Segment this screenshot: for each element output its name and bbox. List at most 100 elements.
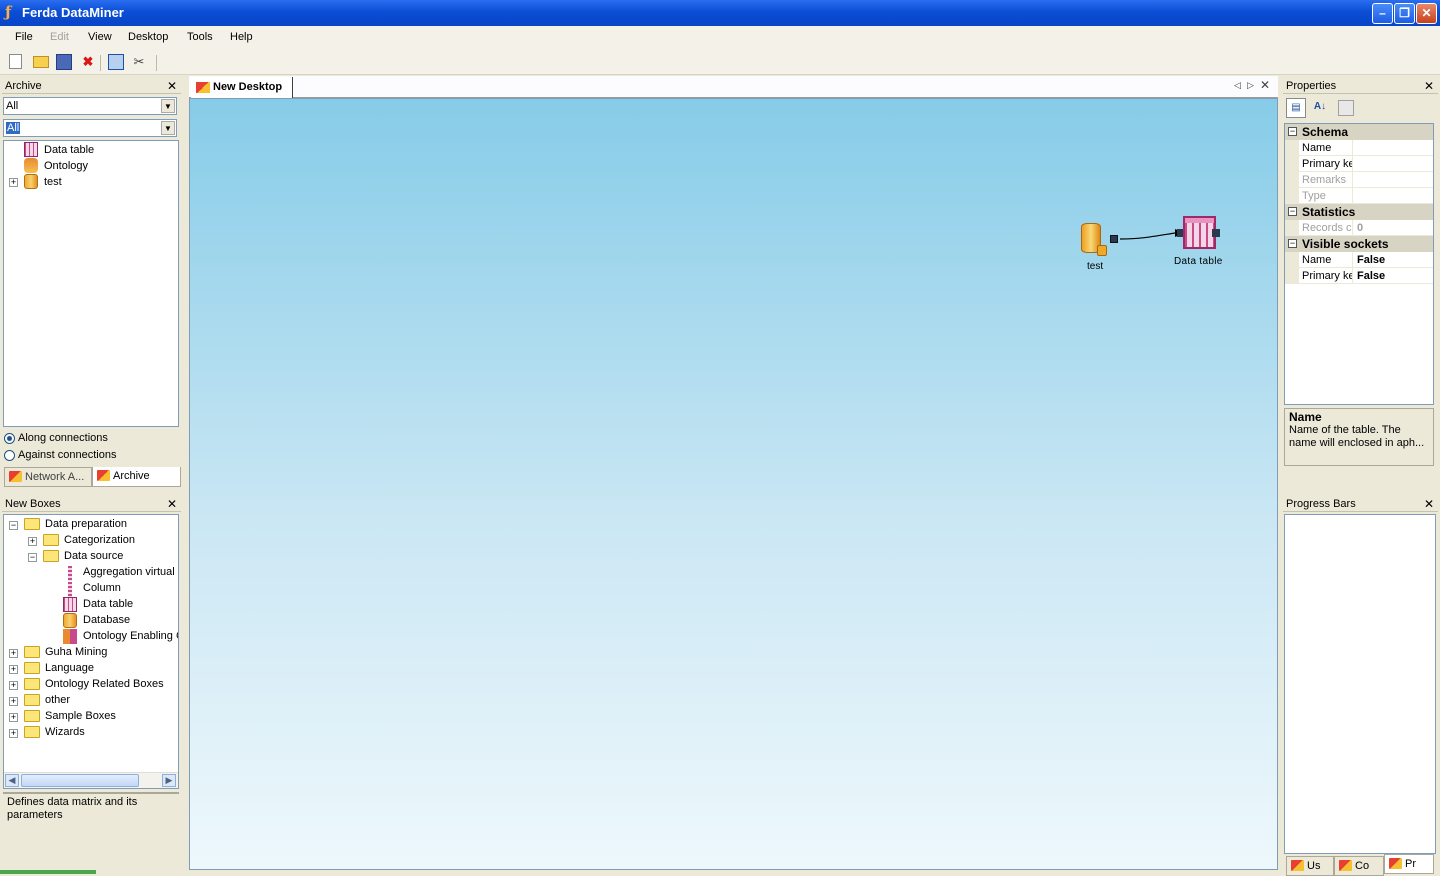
tab-pr[interactable]: Pr xyxy=(1384,854,1434,874)
tree-item[interactable]: Wizards xyxy=(45,724,85,740)
expand-icon[interactable]: + xyxy=(9,697,18,706)
close-icon[interactable]: ✕ xyxy=(1424,496,1434,512)
tree-item[interactable]: Data source xyxy=(64,548,123,564)
menu-desktop[interactable]: Desktop xyxy=(128,31,168,43)
progress-list xyxy=(1284,514,1436,854)
open-folder-icon[interactable] xyxy=(33,56,49,68)
tab-scroll-left-icon[interactable]: ◁ xyxy=(1234,80,1241,91)
menu-edit[interactable]: Edit xyxy=(50,31,69,43)
scroll-thumb[interactable] xyxy=(21,774,139,787)
folder-icon xyxy=(24,646,40,658)
tree-item[interactable]: Database xyxy=(83,612,130,628)
close-window-button[interactable]: ✕ xyxy=(1416,3,1437,24)
close-icon[interactable]: ✕ xyxy=(167,78,177,94)
expand-icon[interactable]: + xyxy=(9,649,18,658)
output-socket[interactable] xyxy=(1212,229,1220,237)
chevron-down-icon[interactable]: ▼ xyxy=(161,99,175,113)
output-socket[interactable] xyxy=(1110,235,1118,243)
minimize-button[interactable]: – xyxy=(1372,3,1393,24)
archive-title: Archive xyxy=(5,80,42,92)
menu-bar: File Edit View Desktop Tools Help xyxy=(0,26,1440,50)
desktop-canvas[interactable]: test Data table xyxy=(189,98,1278,870)
menu-tools[interactable]: Tools xyxy=(187,31,213,43)
tree-item[interactable]: Ontology Related Boxes xyxy=(45,676,164,692)
tab-co[interactable]: Co xyxy=(1334,856,1384,876)
new-boxes-tree[interactable]: − Data preparation + Categorization − Da… xyxy=(3,514,179,789)
prop-row-visible-primary[interactable]: Primary ke False xyxy=(1285,268,1433,284)
close-icon[interactable]: ✕ xyxy=(1424,78,1434,94)
archive-item[interactable]: Data table xyxy=(44,142,94,158)
data-table-icon xyxy=(24,142,38,157)
expand-icon[interactable]: + xyxy=(9,729,18,738)
prop-row-remarks[interactable]: Remarks xyxy=(1285,172,1433,188)
expand-icon[interactable]: + xyxy=(28,537,37,546)
property-pages-icon[interactable] xyxy=(1338,100,1354,116)
menu-view[interactable]: View xyxy=(88,31,112,43)
folder-icon xyxy=(24,662,40,674)
new-boxes-title: New Boxes xyxy=(5,498,61,510)
radio-against[interactable] xyxy=(4,450,15,461)
archive-item[interactable]: Ontology xyxy=(44,158,88,174)
tab-network-archive[interactable]: Network A... xyxy=(4,467,92,487)
tab-label: Network A... xyxy=(25,471,85,483)
prop-row-visible-name[interactable]: Name False xyxy=(1285,252,1433,268)
tab-scroll-right-icon[interactable]: ▷ xyxy=(1247,80,1254,91)
tab-archive[interactable]: Archive xyxy=(92,467,181,487)
category-schema: − Schema xyxy=(1285,124,1433,140)
aggregation-icon xyxy=(68,566,72,581)
node-sub-icon xyxy=(1097,245,1107,256)
expand-icon[interactable]: + xyxy=(9,665,18,674)
close-icon[interactable]: ✕ xyxy=(167,496,177,512)
menu-help[interactable]: Help xyxy=(230,31,253,43)
tools-icon[interactable]: ✂ xyxy=(131,54,147,70)
prop-row-type[interactable]: Type xyxy=(1285,188,1433,204)
expand-icon[interactable]: + xyxy=(9,681,18,690)
prop-row-name[interactable]: Name xyxy=(1285,140,1433,156)
tree-item[interactable]: Data preparation xyxy=(45,516,127,532)
tab-icon xyxy=(9,471,22,482)
tab-us[interactable]: Us xyxy=(1286,856,1334,876)
property-grid[interactable]: − Schema Name Primary ke Remarks Type − St… xyxy=(1284,123,1434,405)
tree-item[interactable]: Sample Boxes xyxy=(45,708,116,724)
expand-icon[interactable]: + xyxy=(9,178,18,187)
chevron-down-icon[interactable]: ▼ xyxy=(161,121,175,135)
tree-item[interactable]: Ontology Enabling C xyxy=(83,628,178,644)
archive-item[interactable]: test xyxy=(44,174,62,190)
archive-filter-combo[interactable]: All ▼ xyxy=(3,97,177,115)
tree-item[interactable]: Data table xyxy=(83,596,133,612)
toolbar-separator xyxy=(100,55,101,71)
radio-along[interactable] xyxy=(4,433,15,444)
close-icon[interactable]: ✕ xyxy=(1260,78,1270,92)
tree-item[interactable]: Language xyxy=(45,660,94,676)
tree-item[interactable]: Guha Mining xyxy=(45,644,107,660)
delete-icon[interactable]: ✖ xyxy=(80,54,96,70)
tree-item[interactable]: Column xyxy=(83,580,121,596)
save-icon[interactable] xyxy=(56,54,72,70)
collapse-icon[interactable]: − xyxy=(28,553,37,562)
archive-tree[interactable]: Data table Ontology + test xyxy=(3,140,179,427)
ontology-enabling-icon xyxy=(63,629,77,644)
scroll-right-icon[interactable]: ▶ xyxy=(162,774,176,787)
desktop-icon[interactable] xyxy=(108,54,124,70)
archive-type-combo[interactable]: All ▼ xyxy=(3,119,177,137)
title-bar: ƒ Ferda DataMiner – ❐ ✕ xyxy=(0,0,1440,26)
tree-item[interactable]: Aggregation virtual c xyxy=(83,564,178,580)
menu-file[interactable]: File xyxy=(15,31,33,43)
prop-row-records[interactable]: Records c0 xyxy=(1285,220,1433,236)
tree-item[interactable]: Categorization xyxy=(64,532,135,548)
expand-icon[interactable]: + xyxy=(9,713,18,722)
alphabetical-icon[interactable]: A↓ xyxy=(1310,98,1330,118)
restore-button[interactable]: ❐ xyxy=(1394,3,1415,24)
radio-along-label: Along connections xyxy=(18,432,108,444)
prop-row-primary[interactable]: Primary ke xyxy=(1285,156,1433,172)
collapse-icon[interactable]: − xyxy=(9,521,18,530)
folder-icon xyxy=(43,550,59,562)
tree-item[interactable]: other xyxy=(45,692,70,708)
new-file-icon[interactable] xyxy=(9,54,22,69)
horizontal-scrollbar[interactable]: ◀ ▶ xyxy=(4,772,178,788)
scroll-left-icon[interactable]: ◀ xyxy=(5,774,19,787)
categorized-icon[interactable]: ▤ xyxy=(1286,98,1306,118)
tab-new-desktop[interactable]: New Desktop xyxy=(191,77,293,98)
property-help-title: Name xyxy=(1289,410,1322,424)
new-boxes-header: New Boxes ✕ xyxy=(2,496,181,512)
